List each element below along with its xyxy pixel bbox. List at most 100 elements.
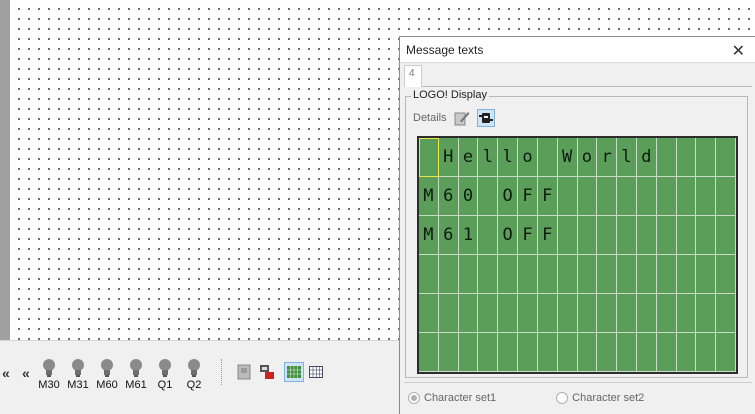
lcd-cell[interactable]	[577, 216, 598, 255]
lcd-cell[interactable]	[636, 216, 657, 255]
io-status-m30[interactable]: M30	[36, 358, 62, 391]
grid-view-icon[interactable]	[306, 362, 326, 382]
lcd-cell[interactable]: H	[438, 138, 459, 177]
lcd-cell[interactable]	[696, 177, 717, 216]
charset2-radio[interactable]	[556, 392, 569, 404]
lcd-cell[interactable]	[696, 333, 717, 372]
lcd-cell[interactable]	[458, 255, 479, 294]
lcd-cell[interactable]	[696, 216, 717, 255]
lcd-cell[interactable]: M	[419, 177, 439, 216]
lcd-cell[interactable]	[537, 138, 558, 177]
lcd-character-grid[interactable]: HelloWorldM60OFFM61OFF	[419, 138, 736, 372]
lcd-cell[interactable]	[617, 255, 637, 294]
lcd-cell[interactable]	[577, 333, 598, 372]
lcd-cell[interactable]	[478, 294, 499, 333]
close-icon[interactable]: ✕	[732, 41, 745, 61]
collapse-left-button-2[interactable]: «	[22, 365, 30, 381]
io-status-q2[interactable]: Q2	[181, 358, 207, 391]
lcd-cell[interactable]	[518, 294, 538, 333]
lcd-cell[interactable]	[419, 333, 439, 372]
lcd-cell[interactable]	[676, 177, 697, 216]
lcd-cell[interactable]	[478, 333, 499, 372]
lcd-cell[interactable]	[656, 177, 677, 216]
edit-pencil-icon[interactable]	[453, 109, 471, 127]
lcd-cell[interactable]	[716, 294, 736, 333]
lcd-cell[interactable]: F	[537, 216, 558, 255]
lcd-cell[interactable]	[636, 177, 657, 216]
lcd-cell[interactable]	[696, 294, 717, 333]
charset1-option[interactable]: Character set1	[408, 392, 496, 404]
lcd-cell[interactable]: 0	[458, 177, 479, 216]
io-status-m61[interactable]: M61	[123, 358, 149, 391]
lcd-cell[interactable]	[617, 294, 637, 333]
lcd-cell[interactable]	[557, 177, 578, 216]
lcd-cell[interactable]	[557, 255, 578, 294]
lcd-cell[interactable]	[478, 177, 499, 216]
io-status-m31[interactable]: M31	[65, 358, 91, 391]
lcd-cell[interactable]: o	[518, 138, 538, 177]
lcd-cell[interactable]	[419, 255, 439, 294]
lcd-cell[interactable]	[458, 294, 479, 333]
charset1-radio[interactable]	[408, 392, 420, 404]
tab-message-number[interactable]: 4	[404, 65, 422, 87]
lcd-cell[interactable]	[716, 216, 736, 255]
lcd-cell[interactable]: 6	[438, 177, 459, 216]
lcd-cell[interactable]	[676, 294, 697, 333]
lcd-cell[interactable]: l	[498, 138, 519, 177]
lcd-cell[interactable]	[716, 177, 736, 216]
lcd-cell[interactable]	[676, 333, 697, 372]
lcd-cell[interactable]	[557, 216, 578, 255]
lcd-cell[interactable]: l	[478, 138, 499, 177]
lcd-cell[interactable]: F	[537, 177, 558, 216]
lcd-cell[interactable]: d	[636, 138, 657, 177]
lcd-cell[interactable]	[656, 216, 677, 255]
lcd-cell[interactable]	[478, 216, 499, 255]
lcd-cell[interactable]	[557, 294, 578, 333]
lcd-cell[interactable]	[676, 255, 697, 294]
lcd-cell[interactable]	[438, 333, 459, 372]
lcd-cell[interactable]: l	[617, 138, 637, 177]
lcd-cell[interactable]	[656, 333, 677, 372]
lcd-cell[interactable]: 1	[458, 216, 479, 255]
lcd-cell[interactable]: e	[458, 138, 479, 177]
lcd-cell[interactable]	[696, 138, 717, 177]
lcd-cell[interactable]	[636, 294, 657, 333]
lcd-cell[interactable]	[656, 255, 677, 294]
lcd-cell[interactable]	[676, 138, 697, 177]
lcd-cell[interactable]	[617, 216, 637, 255]
lcd-cell[interactable]	[656, 294, 677, 333]
lcd-cell[interactable]	[577, 255, 598, 294]
network-tool-icon[interactable]	[257, 362, 277, 382]
lcd-cell[interactable]	[537, 255, 558, 294]
lcd-cell[interactable]	[636, 333, 657, 372]
charset2-option[interactable]: Character set2	[556, 392, 644, 404]
lcd-cell[interactable]	[676, 216, 697, 255]
lcd-view-button[interactable]	[284, 362, 304, 382]
lcd-cell[interactable]	[419, 138, 439, 177]
lcd-cell[interactable]	[597, 216, 618, 255]
lcd-cell[interactable]	[597, 255, 618, 294]
lcd-cell[interactable]	[617, 177, 637, 216]
lcd-cell[interactable]	[518, 255, 538, 294]
lcd-cell[interactable]	[636, 255, 657, 294]
lcd-cell[interactable]	[597, 177, 618, 216]
lcd-cell[interactable]	[478, 255, 499, 294]
io-status-m60[interactable]: M60	[94, 358, 120, 391]
collapse-left-button[interactable]: «	[2, 365, 10, 381]
lcd-cell[interactable]	[438, 255, 459, 294]
lcd-cell[interactable]: W	[557, 138, 578, 177]
display-mode-icon[interactable]	[476, 109, 495, 127]
lcd-cell[interactable]	[498, 333, 519, 372]
lcd-cell[interactable]	[597, 333, 618, 372]
lcd-cell[interactable]	[419, 294, 439, 333]
lcd-cell[interactable]: O	[498, 177, 519, 216]
lcd-cell[interactable]: F	[518, 216, 538, 255]
lcd-cell[interactable]	[518, 333, 538, 372]
lcd-display[interactable]: HelloWorldM60OFFM61OFF	[417, 136, 738, 374]
lcd-cell[interactable]	[716, 255, 736, 294]
lcd-cell[interactable]: 6	[438, 216, 459, 255]
lcd-cell[interactable]	[438, 294, 459, 333]
lcd-cell[interactable]	[577, 177, 598, 216]
lcd-cell[interactable]: o	[577, 138, 598, 177]
lcd-cell[interactable]	[617, 333, 637, 372]
